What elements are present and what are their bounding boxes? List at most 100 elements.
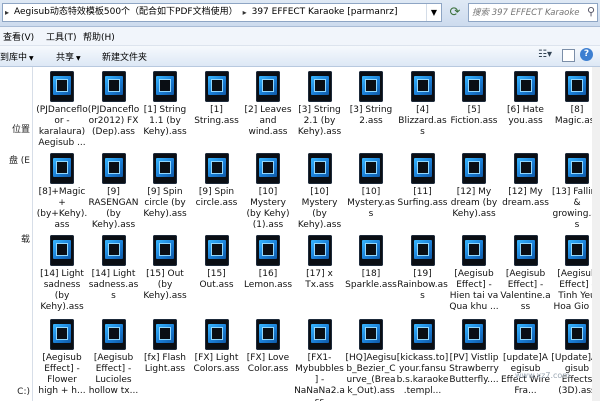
search-icon[interactable]: ⚲	[587, 5, 595, 18]
file-item[interactable]: [9] RASENGAN (by Kehy).ass	[88, 153, 140, 231]
file-item[interactable]: [11] Surfing.ass	[397, 153, 449, 209]
include-in-library-button[interactable]: 到库中 ▼	[0, 50, 34, 63]
file-item[interactable]: [12] My dream (by Kehy).ass	[448, 153, 500, 220]
subtitle-file-icon	[307, 71, 332, 102]
chevron-down-icon: ▼	[76, 55, 81, 62]
file-item[interactable]: [16] Lemon.ass	[242, 235, 294, 291]
file-item[interactable]: [kickass.to]your.fansub.s.karaoke.templ.…	[397, 319, 449, 397]
file-item[interactable]: [9] Spin circle.ass	[191, 153, 243, 209]
file-item[interactable]: [6] Hate you.ass	[500, 71, 552, 127]
help-icon[interactable]: ?	[580, 48, 593, 61]
subtitle-file-icon	[256, 71, 280, 102]
menu-help[interactable]: 帮助(H)	[83, 30, 115, 43]
file-name: [9] RASENGAN (by Kehy).ass	[88, 187, 139, 230]
subtitle-file-icon	[565, 235, 589, 266]
file-name: [PV] Vistlip Strawberry Butterfly....	[449, 353, 499, 385]
file-item[interactable]: [3] String 2.ass	[345, 71, 397, 127]
subtitle-file-icon	[513, 235, 538, 266]
file-item[interactable]: [17] x Tx.ass	[294, 235, 346, 291]
file-item[interactable]: [10] Mystery.ass	[345, 153, 397, 220]
file-item[interactable]: [3] String 2.1 (by Kehy).ass	[294, 71, 346, 138]
subtitle-file-icon	[565, 153, 589, 184]
file-item[interactable]: [PV] Vistlip Strawberry Butterfly....	[448, 319, 500, 386]
file-item[interactable]: [update]A egisub Effect Wire Fra...	[500, 319, 552, 397]
file-item[interactable]: [8]+Magic+(by+Kehy).ass	[36, 153, 88, 231]
nav-item[interactable]: C:)	[17, 387, 30, 397]
file-item[interactable]: (PJDancefloor2012) FX (Dep).ass	[88, 71, 140, 138]
file-item[interactable]: [12] My dream.ass	[500, 153, 552, 209]
file-name: [14] Light sadness.ass	[88, 269, 139, 301]
command-bar: 到库中 ▼ 共享 ▼ 新建文件夹 ☷▾ ?	[0, 46, 600, 67]
subtitle-file-icon	[410, 71, 435, 102]
file-item[interactable]: [FX] Light Colors.ass	[191, 319, 243, 375]
file-item[interactable]: [9] Spin circle (by Kehy).ass	[139, 153, 191, 220]
nav-item[interactable]: 载	[21, 232, 30, 245]
file-item[interactable]: [2] Leaves and wind.ass	[242, 71, 294, 138]
file-item[interactable]: [5] Fiction.ass	[448, 71, 500, 127]
file-item[interactable]: [FX] Love Color.ass	[242, 319, 294, 375]
subtitle-file-icon	[513, 319, 538, 350]
file-name: [19] Rainbow.ass	[397, 269, 448, 301]
file-name: [15] Out (by Kehy).ass	[143, 269, 187, 301]
file-item[interactable]: [1] String.ass	[191, 71, 243, 127]
vertical-scrollbar[interactable]	[592, 67, 600, 401]
file-item[interactable]: [Aegisub Effect] - Hien tai va Qua khu .…	[448, 235, 500, 313]
search-box[interactable]: ⚲	[468, 3, 598, 22]
file-item[interactable]: [19] Rainbow.ass	[397, 235, 449, 302]
file-name: [14] Light sadness (by Kehy).ass	[40, 269, 84, 312]
file-item[interactable]: [Aegisub Effect] -Lucioles hollow tx...	[88, 319, 140, 397]
subtitle-file-icon	[307, 153, 332, 184]
subtitle-file-icon	[153, 235, 177, 266]
subtitle-file-icon	[565, 319, 589, 350]
file-name: [kickass.to]your.fansub.s.karaoke.templ.…	[396, 353, 449, 396]
file-name: [Aegisub Effect] - Valentine.ass	[500, 269, 551, 312]
view-options-icon[interactable]: ☷▾	[538, 49, 552, 60]
file-name: [12] My dream (by Kehy).ass	[450, 187, 498, 219]
subtitle-file-icon	[204, 71, 229, 102]
nav-item[interactable]: 位置	[12, 122, 30, 135]
subtitle-file-icon	[101, 235, 126, 266]
file-item[interactable]: [4] Blizzard.ass	[397, 71, 449, 138]
breadcrumb[interactable]: ▸ Aegisub动态特效模板500个（配合如下PDF文档使用） ▸ 397 EFFE…	[2, 3, 442, 22]
file-item[interactable]: [fx] Flash Light.ass	[139, 319, 191, 375]
file-item[interactable]: [15] Out.ass	[191, 235, 243, 291]
subtitle-file-icon	[101, 153, 126, 184]
breadcrumb-folder[interactable]: Aegisub动态特效模板500个（配合如下PDF文档使用）	[11, 4, 241, 21]
file-item[interactable]: [FX1-Mybubbles] - NaNaNa2.ass	[294, 319, 346, 401]
chevron-right-icon[interactable]: ▸	[3, 4, 11, 21]
new-folder-button[interactable]: 新建文件夹	[102, 50, 147, 63]
file-name: [9] Spin circle.ass	[195, 187, 238, 208]
nav-item[interactable]: 盘 (E	[9, 153, 30, 166]
file-item[interactable]: [10] Mystery (by Kehy).ass	[294, 153, 346, 231]
subtitle-file-icon	[565, 71, 589, 102]
preview-pane-icon[interactable]	[562, 49, 575, 62]
subtitle-file-icon	[462, 235, 486, 266]
file-item[interactable]: [1] String 1.1 (by Kehy).ass	[139, 71, 191, 138]
subtitle-file-icon	[256, 153, 280, 184]
file-item[interactable]: [14] Light sadness (by Kehy).ass	[36, 235, 88, 313]
file-name: [fx] Flash Light.ass	[144, 353, 186, 374]
file-item[interactable]: (PJDancefloor - karalaura) Aegisub ...	[36, 71, 88, 149]
file-item[interactable]: [Aegisub Effect] - Valentine.ass	[500, 235, 552, 313]
file-item[interactable]: [18] Sparkle.ass	[345, 235, 397, 291]
file-item[interactable]: [HQ]Aegisub_Bezier_Curve_(Break_Out).ass	[345, 319, 397, 397]
subtitle-file-icon	[359, 153, 383, 184]
breadcrumb-current[interactable]: 397 EFFECT Karaoke [parmanrz]	[249, 4, 401, 21]
chevron-right-icon[interactable]: ▸	[241, 4, 249, 21]
file-name: (PJDancefloor - karalaura) Aegisub ...	[36, 105, 88, 148]
file-item[interactable]: [15] Out (by Kehy).ass	[139, 235, 191, 302]
file-item[interactable]: [10] Mystery (by Kehy) (1).ass	[242, 153, 294, 231]
share-button[interactable]: 共享 ▼	[56, 50, 81, 63]
menu-bar: 查看(V) 工具(T) 帮助(H)	[0, 27, 600, 46]
menu-view[interactable]: 查看(V)	[3, 30, 34, 43]
subtitle-file-icon	[256, 235, 280, 266]
refresh-icon[interactable]: ⟳	[446, 3, 464, 22]
search-input[interactable]	[472, 5, 582, 20]
subtitle-file-icon	[410, 153, 435, 184]
chevron-down-icon[interactable]: ▼	[426, 4, 441, 21]
file-item[interactable]: [Aegisub Effect] -Flower high + h...	[36, 319, 88, 397]
file-item[interactable]: [14] Light sadness.ass	[88, 235, 140, 302]
subtitle-file-icon	[462, 319, 486, 350]
menu-tools[interactable]: 工具(T)	[46, 30, 77, 43]
share-label: 共享	[56, 53, 75, 63]
